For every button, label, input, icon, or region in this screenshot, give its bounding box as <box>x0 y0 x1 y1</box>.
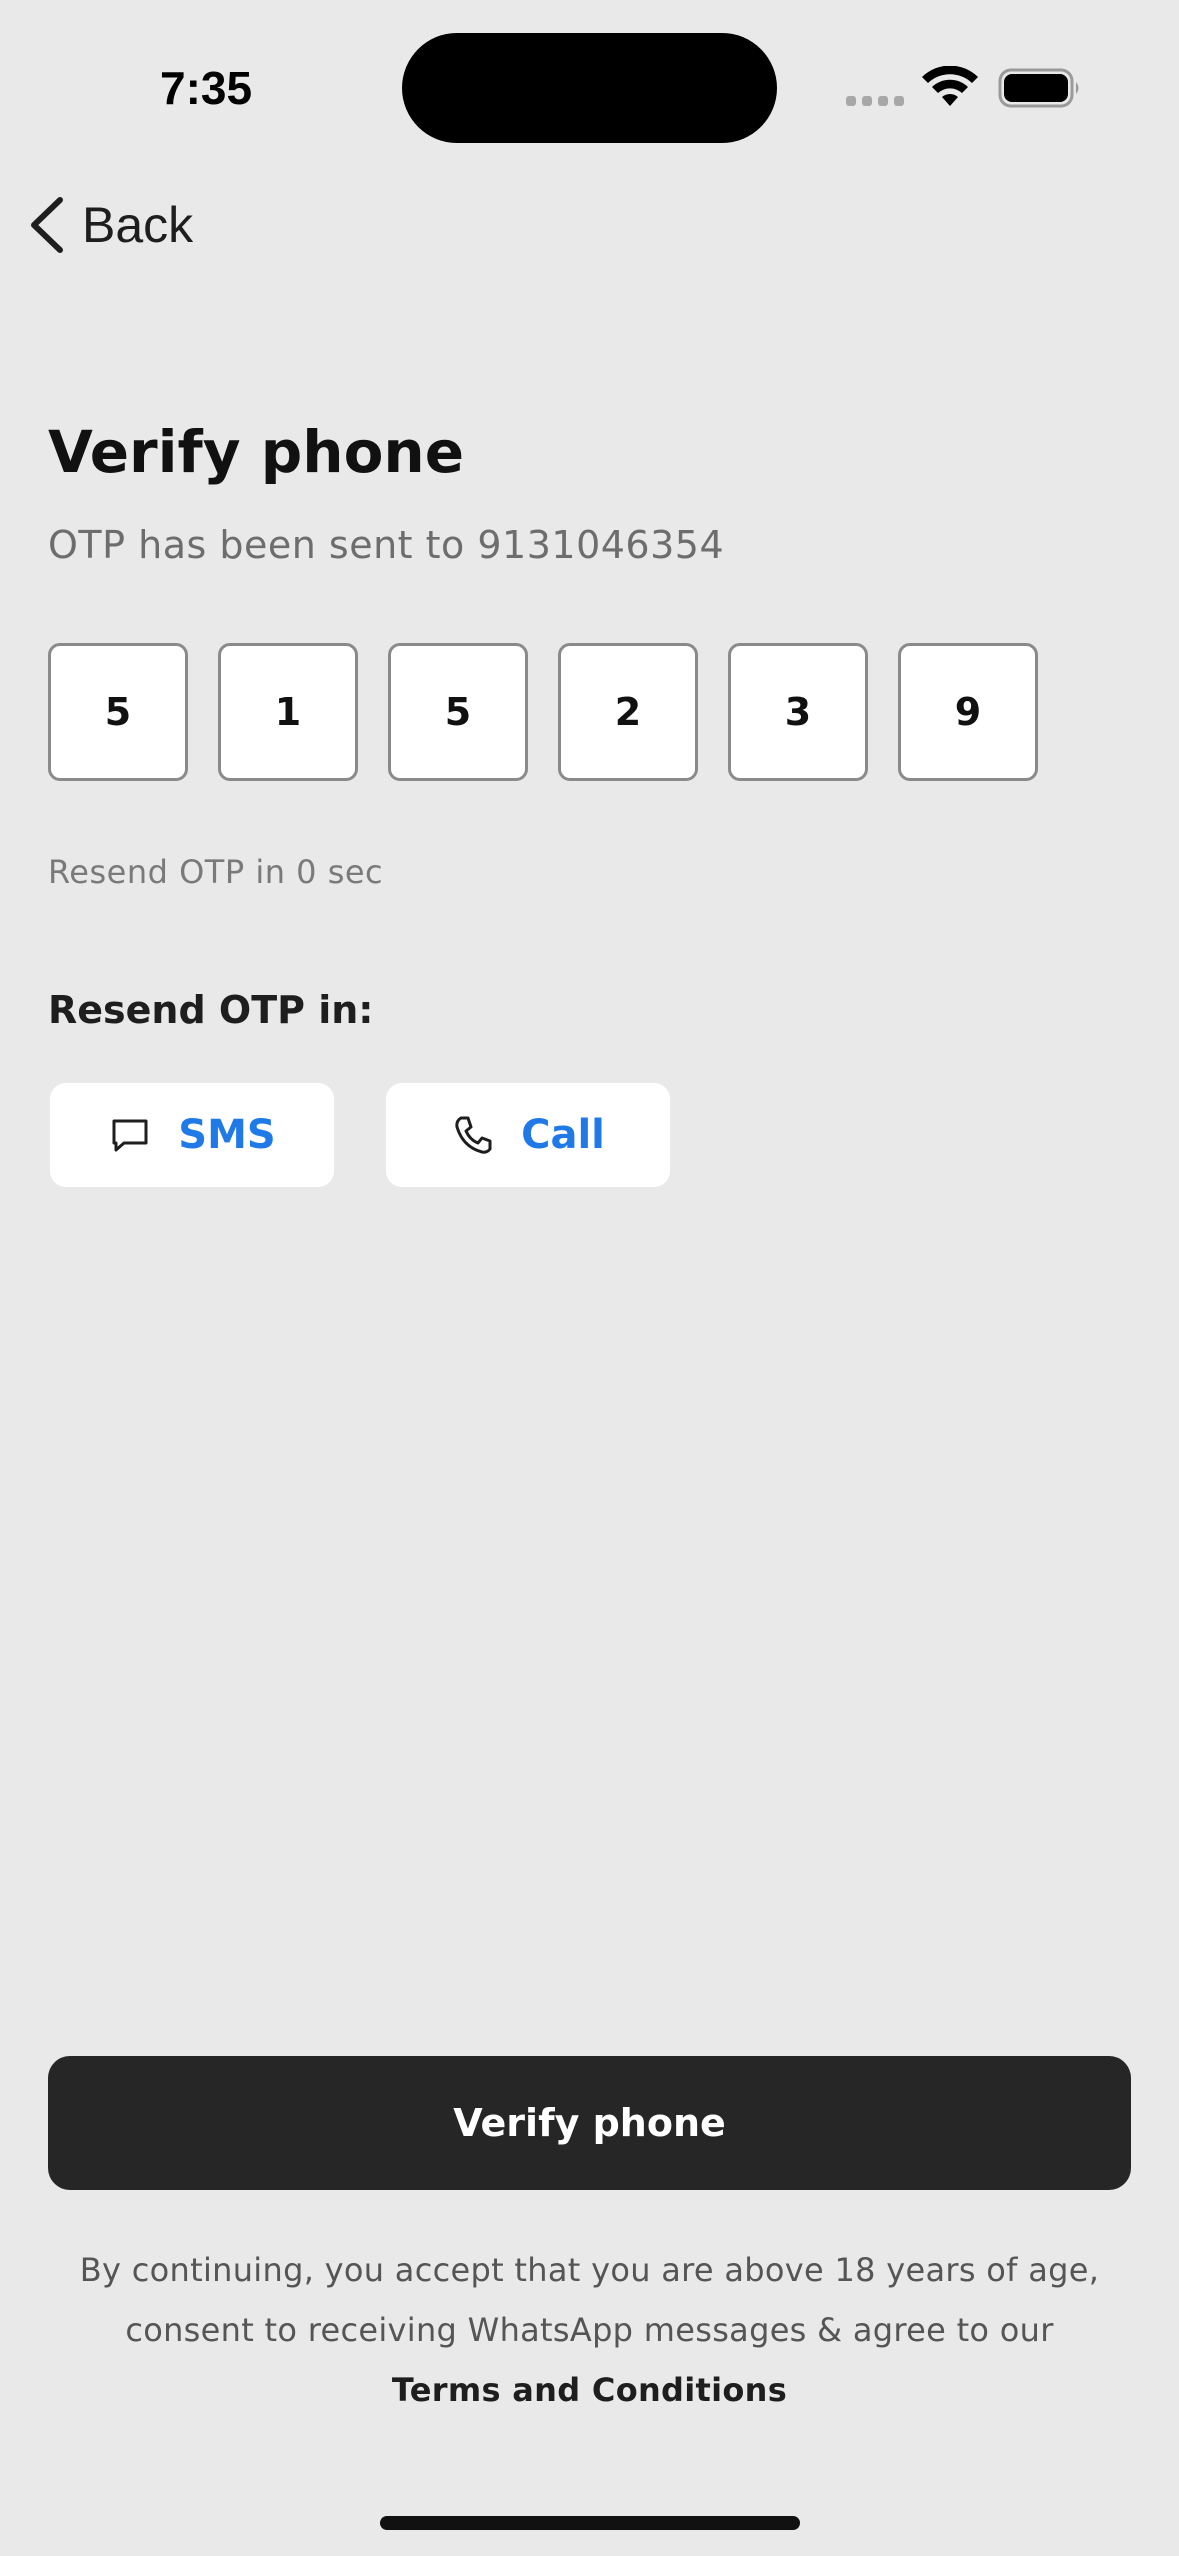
verify-phone-label: Verify phone <box>453 2101 726 2145</box>
otp-digit-6[interactable]: 9 <box>898 643 1038 781</box>
wifi-icon <box>922 66 978 106</box>
dynamic-island <box>402 33 777 143</box>
home-indicator[interactable] <box>380 2516 800 2530</box>
chevron-left-icon <box>31 197 63 253</box>
status-time: 7:35 <box>160 62 253 114</box>
verify-phone-button[interactable]: Verify phone <box>48 2056 1131 2190</box>
message-icon <box>112 1119 148 1152</box>
cellular-signal-icon <box>846 94 906 108</box>
otp-digit-4[interactable]: 2 <box>558 643 698 781</box>
back-label: Back <box>82 197 194 253</box>
call-label: Call <box>521 1112 605 1158</box>
resend-options-label: Resend OTP in: <box>48 988 374 1032</box>
otp-digit-3[interactable]: 5 <box>388 643 528 781</box>
otp-sent-message: OTP has been sent to 9131046354 <box>48 523 725 567</box>
legal-disclaimer: By continuing, you accept that you are a… <box>30 2240 1149 2420</box>
otp-digit-1[interactable]: 5 <box>48 643 188 781</box>
resend-timer-text: Resend OTP in 0 sec <box>48 853 384 891</box>
legal-line-2: consent to receiving WhatsApp messages &… <box>125 2311 1054 2349</box>
back-button[interactable]: Back <box>20 190 220 260</box>
otp-digit-5[interactable]: 3 <box>728 643 868 781</box>
battery-icon <box>998 68 1079 108</box>
resend-sms-button[interactable]: SMS <box>50 1083 334 1187</box>
legal-line-1: By continuing, you accept that you are a… <box>79 2251 1100 2289</box>
sms-label: SMS <box>178 1112 276 1158</box>
page-title: Verify phone <box>48 418 465 486</box>
phone-icon <box>455 1116 492 1154</box>
resend-call-button[interactable]: Call <box>386 1083 670 1187</box>
otp-input-group: 5 1 5 2 3 9 <box>48 643 1038 781</box>
terms-and-conditions-link[interactable]: Terms and Conditions <box>392 2371 787 2409</box>
otp-digit-2[interactable]: 1 <box>218 643 358 781</box>
